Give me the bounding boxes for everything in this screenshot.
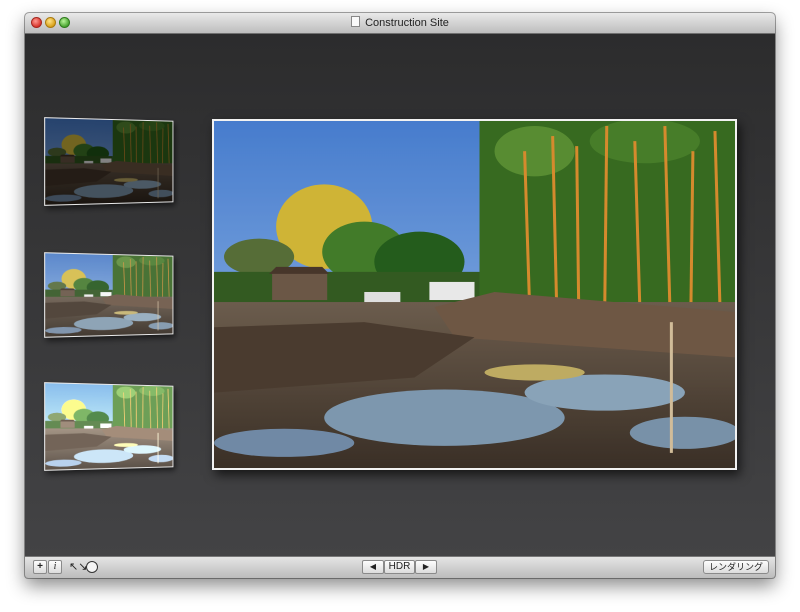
title-bar[interactable]: Construction Site [25, 13, 775, 34]
hdr-preview-image [212, 119, 737, 470]
exposure-thumbnail-bright[interactable] [44, 382, 174, 471]
exposure-thumbnail-dark[interactable] [44, 117, 174, 206]
previous-mode-button[interactable]: ◀ [362, 560, 384, 574]
window-title-area: Construction Site [25, 16, 775, 29]
add-image-button[interactable]: + [33, 560, 47, 574]
app-window: Construction Site + i ↖↘ ◀ HDR ▶ レンダリング [25, 13, 775, 578]
circle-icon[interactable] [86, 561, 98, 573]
render-button[interactable]: レンダリング [703, 560, 769, 574]
content-area [25, 34, 775, 557]
next-mode-button[interactable]: ▶ [415, 560, 437, 574]
info-button[interactable]: i [48, 560, 62, 574]
bottom-toolbar: + i ↖↘ ◀ HDR ▶ レンダリング [25, 556, 775, 578]
exposure-thumbnail-normal[interactable] [44, 252, 174, 338]
fit-expand-icon[interactable]: ↖↘ [69, 560, 87, 574]
window-title: Construction Site [365, 17, 449, 29]
document-icon [351, 16, 361, 27]
mode-label: HDR [384, 560, 415, 574]
